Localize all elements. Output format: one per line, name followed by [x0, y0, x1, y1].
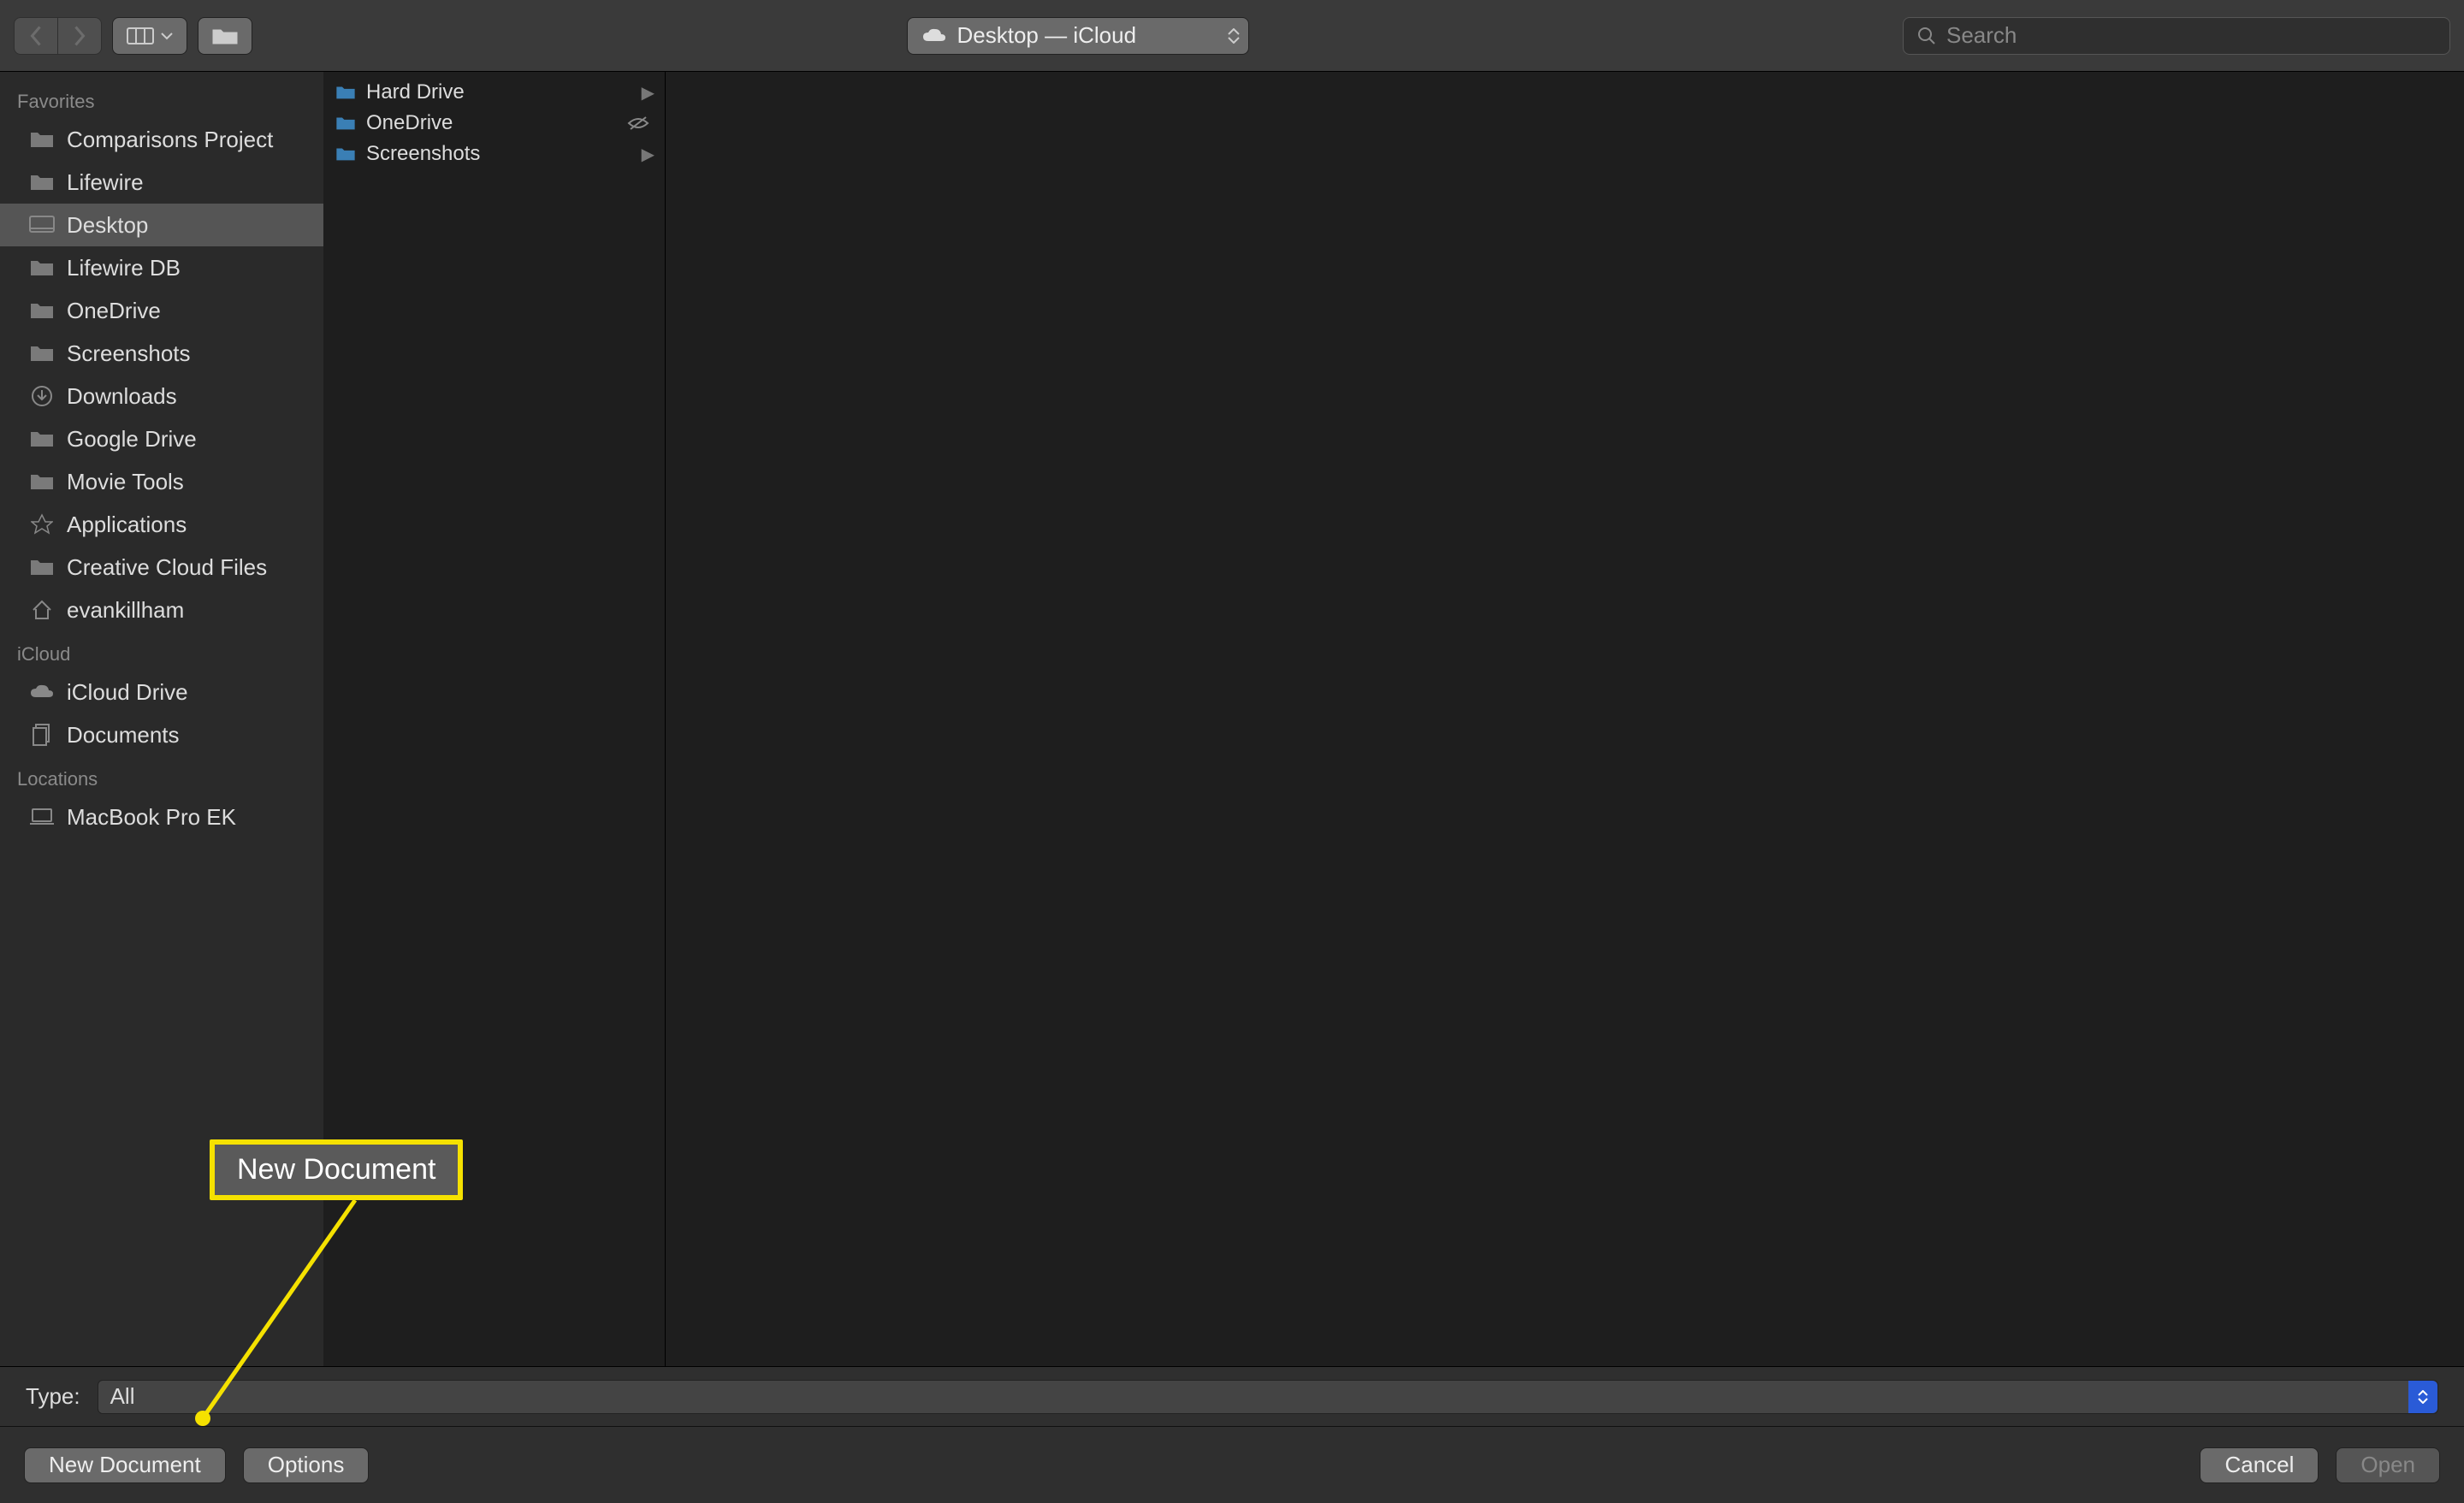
sidebar-item-label: Applications: [67, 512, 187, 538]
sidebar-item-label: Desktop: [67, 212, 148, 239]
sidebar-item-label: OneDrive: [67, 298, 161, 324]
sidebar-item[interactable]: Lifewire DB: [0, 246, 323, 289]
sidebar-item-label: Comparisons Project: [67, 127, 273, 153]
chevron-left-icon: [28, 26, 44, 46]
cloud-icon: [29, 682, 55, 702]
column-item[interactable]: Hard Drive ▶: [323, 77, 665, 108]
laptop-icon: [29, 807, 55, 827]
cloud-icon: [921, 27, 947, 44]
sidebar-item[interactable]: Creative Cloud Files: [0, 546, 323, 589]
sidebar-item[interactable]: Documents: [0, 713, 323, 756]
location-popup[interactable]: Desktop — iCloud: [907, 17, 1249, 55]
sidebar-section-header: Favorites: [0, 79, 323, 118]
sidebar-item[interactable]: MacBook Pro EK: [0, 796, 323, 838]
columns-icon: [127, 27, 154, 44]
toolbar: Desktop — iCloud Search: [0, 0, 2464, 72]
location-label: Desktop — iCloud: [957, 22, 1137, 49]
sidebar-item-label: Documents: [67, 722, 180, 749]
open-label: Open: [2360, 1452, 2415, 1478]
chevron-right-icon: ▶: [642, 82, 654, 104]
desktop-icon: [29, 215, 55, 235]
cancel-button[interactable]: Cancel: [2200, 1447, 2319, 1483]
view-mode-button[interactable]: [112, 17, 187, 55]
type-select[interactable]: All: [98, 1380, 2438, 1414]
sidebar-item[interactable]: OneDrive: [0, 289, 323, 332]
type-value: All: [110, 1383, 135, 1410]
column-item-label: OneDrive: [366, 111, 453, 135]
nav-group: [14, 17, 102, 55]
sidebar-section-header: iCloud: [0, 631, 323, 671]
chevron-down-icon: [161, 32, 173, 40]
callout-box: New Document: [210, 1139, 463, 1200]
sidebar-item-label: Downloads: [67, 383, 177, 410]
sidebar-item[interactable]: iCloud Drive: [0, 671, 323, 713]
applications-icon: [29, 514, 55, 535]
folder-icon: [29, 300, 55, 321]
sidebar-item[interactable]: Desktop: [0, 204, 323, 246]
updown-icon: [1228, 28, 1240, 44]
folder-icon: [335, 146, 356, 162]
sidebar-item[interactable]: Applications: [0, 503, 323, 546]
downloads-icon: [29, 386, 55, 406]
sidebar-section-header: Locations: [0, 756, 323, 796]
new-document-button[interactable]: New Document: [24, 1447, 226, 1483]
sidebar-item-label: Lifewire DB: [67, 255, 181, 281]
sidebar-item[interactable]: evankillham: [0, 589, 323, 631]
cancel-label: Cancel: [2224, 1452, 2294, 1478]
folder-group-icon: [212, 27, 238, 45]
sidebar-item-label: Google Drive: [67, 426, 197, 453]
column-item[interactable]: Screenshots ▶: [323, 139, 665, 169]
sidebar-item[interactable]: Comparisons Project: [0, 118, 323, 161]
column-item-label: Hard Drive: [366, 80, 465, 104]
callout-line: [192, 1196, 364, 1431]
sidebar-item-label: iCloud Drive: [67, 679, 188, 706]
folder-icon: [29, 129, 55, 150]
search-field[interactable]: Search: [1903, 17, 2450, 55]
sidebar-item-label: Lifewire: [67, 169, 144, 196]
button-bar: New Document Options Cancel Open: [0, 1426, 2464, 1503]
column-item-label: Screenshots: [366, 142, 480, 166]
search-icon: [1917, 27, 1936, 45]
sidebar-item[interactable]: Lifewire: [0, 161, 323, 204]
group-button[interactable]: [198, 17, 252, 55]
folder-icon: [29, 343, 55, 364]
folder-icon: [29, 557, 55, 577]
folder-icon: [335, 85, 356, 100]
folder-icon: [29, 429, 55, 449]
open-button[interactable]: Open: [2336, 1447, 2440, 1483]
home-icon: [29, 600, 55, 620]
new-document-label: New Document: [49, 1452, 201, 1478]
updown-icon: [2408, 1381, 2437, 1413]
search-placeholder: Search: [1946, 22, 2017, 49]
column-browser: Hard Drive ▶ OneDrive Screenshots ▶: [323, 72, 2464, 1366]
sidebar-item-label: MacBook Pro EK: [67, 804, 236, 831]
sidebar-item-label: Screenshots: [67, 340, 191, 367]
open-dialog: Desktop — iCloud Search Favorites Compari…: [0, 0, 2464, 1503]
options-button[interactable]: Options: [243, 1447, 370, 1483]
sidebar-item-label: Movie Tools: [67, 469, 184, 495]
sidebar-item-label: Creative Cloud Files: [67, 554, 267, 581]
folder-icon: [335, 115, 356, 131]
folder-icon: [29, 172, 55, 192]
hidden-icon: [627, 115, 649, 132]
folder-icon: [29, 471, 55, 492]
sidebar-item-label: evankillham: [67, 597, 184, 624]
sidebar-item[interactable]: Downloads: [0, 375, 323, 417]
documents-icon: [29, 725, 55, 745]
forward-button[interactable]: [58, 17, 102, 55]
type-label: Type:: [26, 1383, 80, 1410]
sidebar-item[interactable]: Movie Tools: [0, 460, 323, 503]
sidebar-item[interactable]: Screenshots: [0, 332, 323, 375]
column-item[interactable]: OneDrive: [323, 108, 665, 139]
chevron-right-icon: [72, 26, 87, 46]
chevron-right-icon: ▶: [642, 144, 654, 165]
folder-icon: [29, 257, 55, 278]
back-button[interactable]: [14, 17, 58, 55]
options-label: Options: [268, 1452, 345, 1478]
sidebar-item[interactable]: Google Drive: [0, 417, 323, 460]
callout-text: New Document: [237, 1153, 435, 1186]
type-bar: Type: All: [0, 1366, 2464, 1426]
